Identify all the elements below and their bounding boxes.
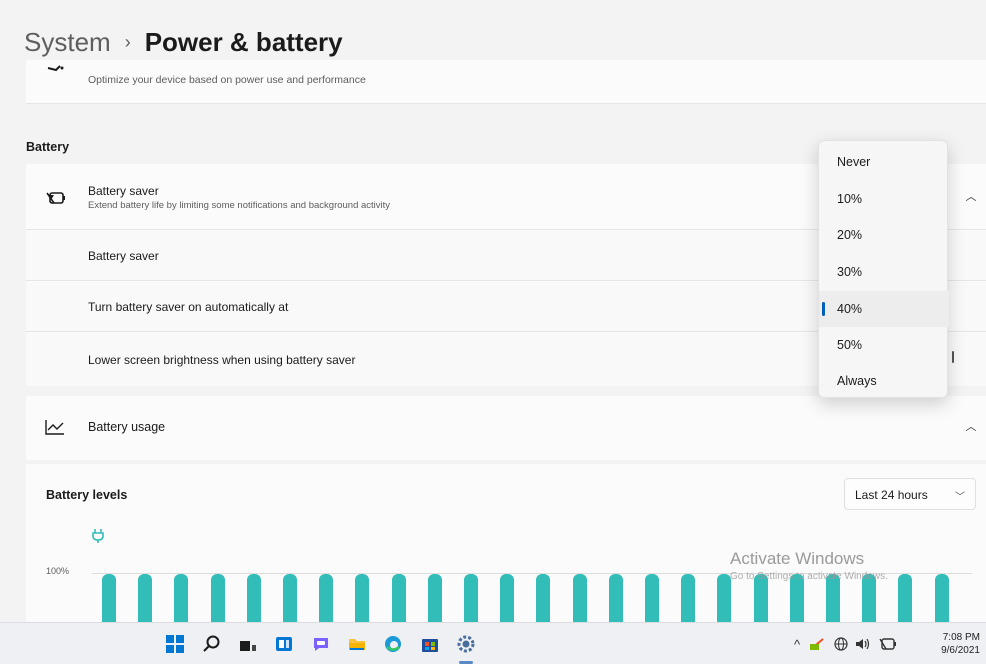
battery-level-bar	[645, 574, 659, 622]
battery-level-bar	[536, 574, 551, 622]
watermark-subtitle: Go to Settings to activate Windows.	[730, 571, 888, 582]
battery-saver-tray-icon[interactable]	[878, 635, 898, 653]
battery-level-bar	[102, 574, 116, 622]
battery-threshold-dropdown: Never 10% 20% 30% 40% 50% Always	[818, 140, 949, 399]
option-20[interactable]: 20%	[819, 217, 949, 253]
option-label: 50%	[837, 338, 863, 352]
chevron-up-icon[interactable]: ︿	[964, 190, 978, 204]
battery-saver-title: Battery saver	[88, 184, 159, 198]
battery-level-bar	[246, 574, 261, 622]
task-view-icon[interactable]	[236, 632, 260, 656]
option-30[interactable]: 30%	[819, 254, 949, 290]
option-always[interactable]: Always	[819, 363, 949, 399]
battery-usage-title: Battery usage	[88, 420, 166, 434]
option-label: 20%	[837, 228, 863, 242]
page-title: Power & battery	[144, 26, 343, 57]
search-icon[interactable]	[200, 632, 224, 656]
option-label: 10%	[837, 192, 863, 206]
power-mode-icon	[47, 65, 64, 72]
watermark-title: Activate Windows	[730, 549, 865, 568]
chevron-up-icon[interactable]: ︿	[964, 420, 978, 434]
lower-brightness-label: Lower screen brightness when using batte…	[88, 353, 356, 367]
auto-threshold-label: Turn battery saver on automatically at	[88, 300, 289, 314]
battery-level-bars	[26, 464, 986, 622]
battery-usage-card[interactable]: Battery usage ︿	[26, 396, 986, 460]
option-40-selected[interactable]: 40%	[819, 291, 949, 327]
battery-level-bar	[427, 574, 442, 622]
battery-level-bar	[608, 574, 623, 622]
battery-level-bar	[500, 574, 515, 622]
power-mode-card[interactable]: Optimize your device based on power use …	[26, 60, 986, 104]
chart-icon	[45, 420, 64, 435]
edge-icon[interactable]	[381, 632, 405, 656]
network-icon[interactable]	[808, 635, 826, 653]
battery-level-bar	[391, 574, 406, 622]
clock-time: 7:08 PM	[942, 632, 980, 643]
option-never[interactable]: Never	[819, 144, 949, 180]
system-clock[interactable]: 7:08 PM 9/6/2021	[924, 631, 980, 657]
option-label: Always	[837, 374, 877, 388]
battery-level-bar	[174, 574, 189, 622]
battery-section-label: Battery	[26, 140, 70, 154]
settings-gear-icon[interactable]	[454, 632, 478, 656]
clock-date: 9/6/2021	[941, 645, 980, 656]
chat-icon[interactable]	[309, 632, 333, 656]
breadcrumb-system[interactable]: System	[24, 27, 111, 58]
battery-level-bar	[319, 574, 334, 622]
battery-level-bar	[681, 574, 696, 622]
option-label: Never	[837, 155, 871, 169]
battery-saver-icon	[46, 192, 65, 204]
battery-level-bar	[138, 574, 153, 622]
selection-indicator	[822, 302, 825, 316]
option-10[interactable]: 10%	[819, 181, 949, 217]
windows-start-icon[interactable]	[163, 632, 187, 656]
breadcrumb: System › Power & battery	[24, 22, 343, 62]
battery-level-bar	[283, 574, 297, 622]
option-label: 30%	[837, 265, 863, 279]
volume-icon[interactable]	[854, 635, 872, 653]
battery-levels-card: Battery levels Last 24 hours ﹀ 100%	[26, 464, 986, 622]
chevron-up-tray-icon[interactable]: ^	[790, 635, 804, 653]
store-icon[interactable]	[418, 632, 442, 656]
breadcrumb-separator: ›	[124, 31, 131, 52]
widgets-icon[interactable]	[272, 632, 296, 656]
file-explorer-icon[interactable]	[345, 632, 369, 656]
battery-level-bar	[898, 574, 913, 622]
power-mode-description: Optimize your device based on power use …	[88, 74, 366, 86]
settings-window: System › Power & battery Optimize your d…	[0, 0, 986, 622]
activation-watermark: Activate Windows Go to Settings to activ…	[730, 549, 888, 582]
battery-level-bar	[355, 574, 370, 622]
battery-level-bar	[210, 574, 225, 622]
option-50[interactable]: 50%	[819, 327, 949, 363]
battery-level-bar	[464, 574, 478, 622]
taskbar: ^ 7:08 PM 9/6/2021	[0, 622, 986, 664]
battery-level-bar	[572, 574, 587, 622]
battery-saver-subtitle: Extend battery life by limiting some not…	[88, 200, 391, 211]
brightness-toggle[interactable]	[952, 351, 954, 363]
option-label: 40%	[837, 302, 863, 316]
battery-saver-toggle-label: Battery saver	[88, 249, 159, 263]
battery-level-bar	[934, 574, 949, 622]
globe-icon[interactable]	[832, 635, 850, 653]
